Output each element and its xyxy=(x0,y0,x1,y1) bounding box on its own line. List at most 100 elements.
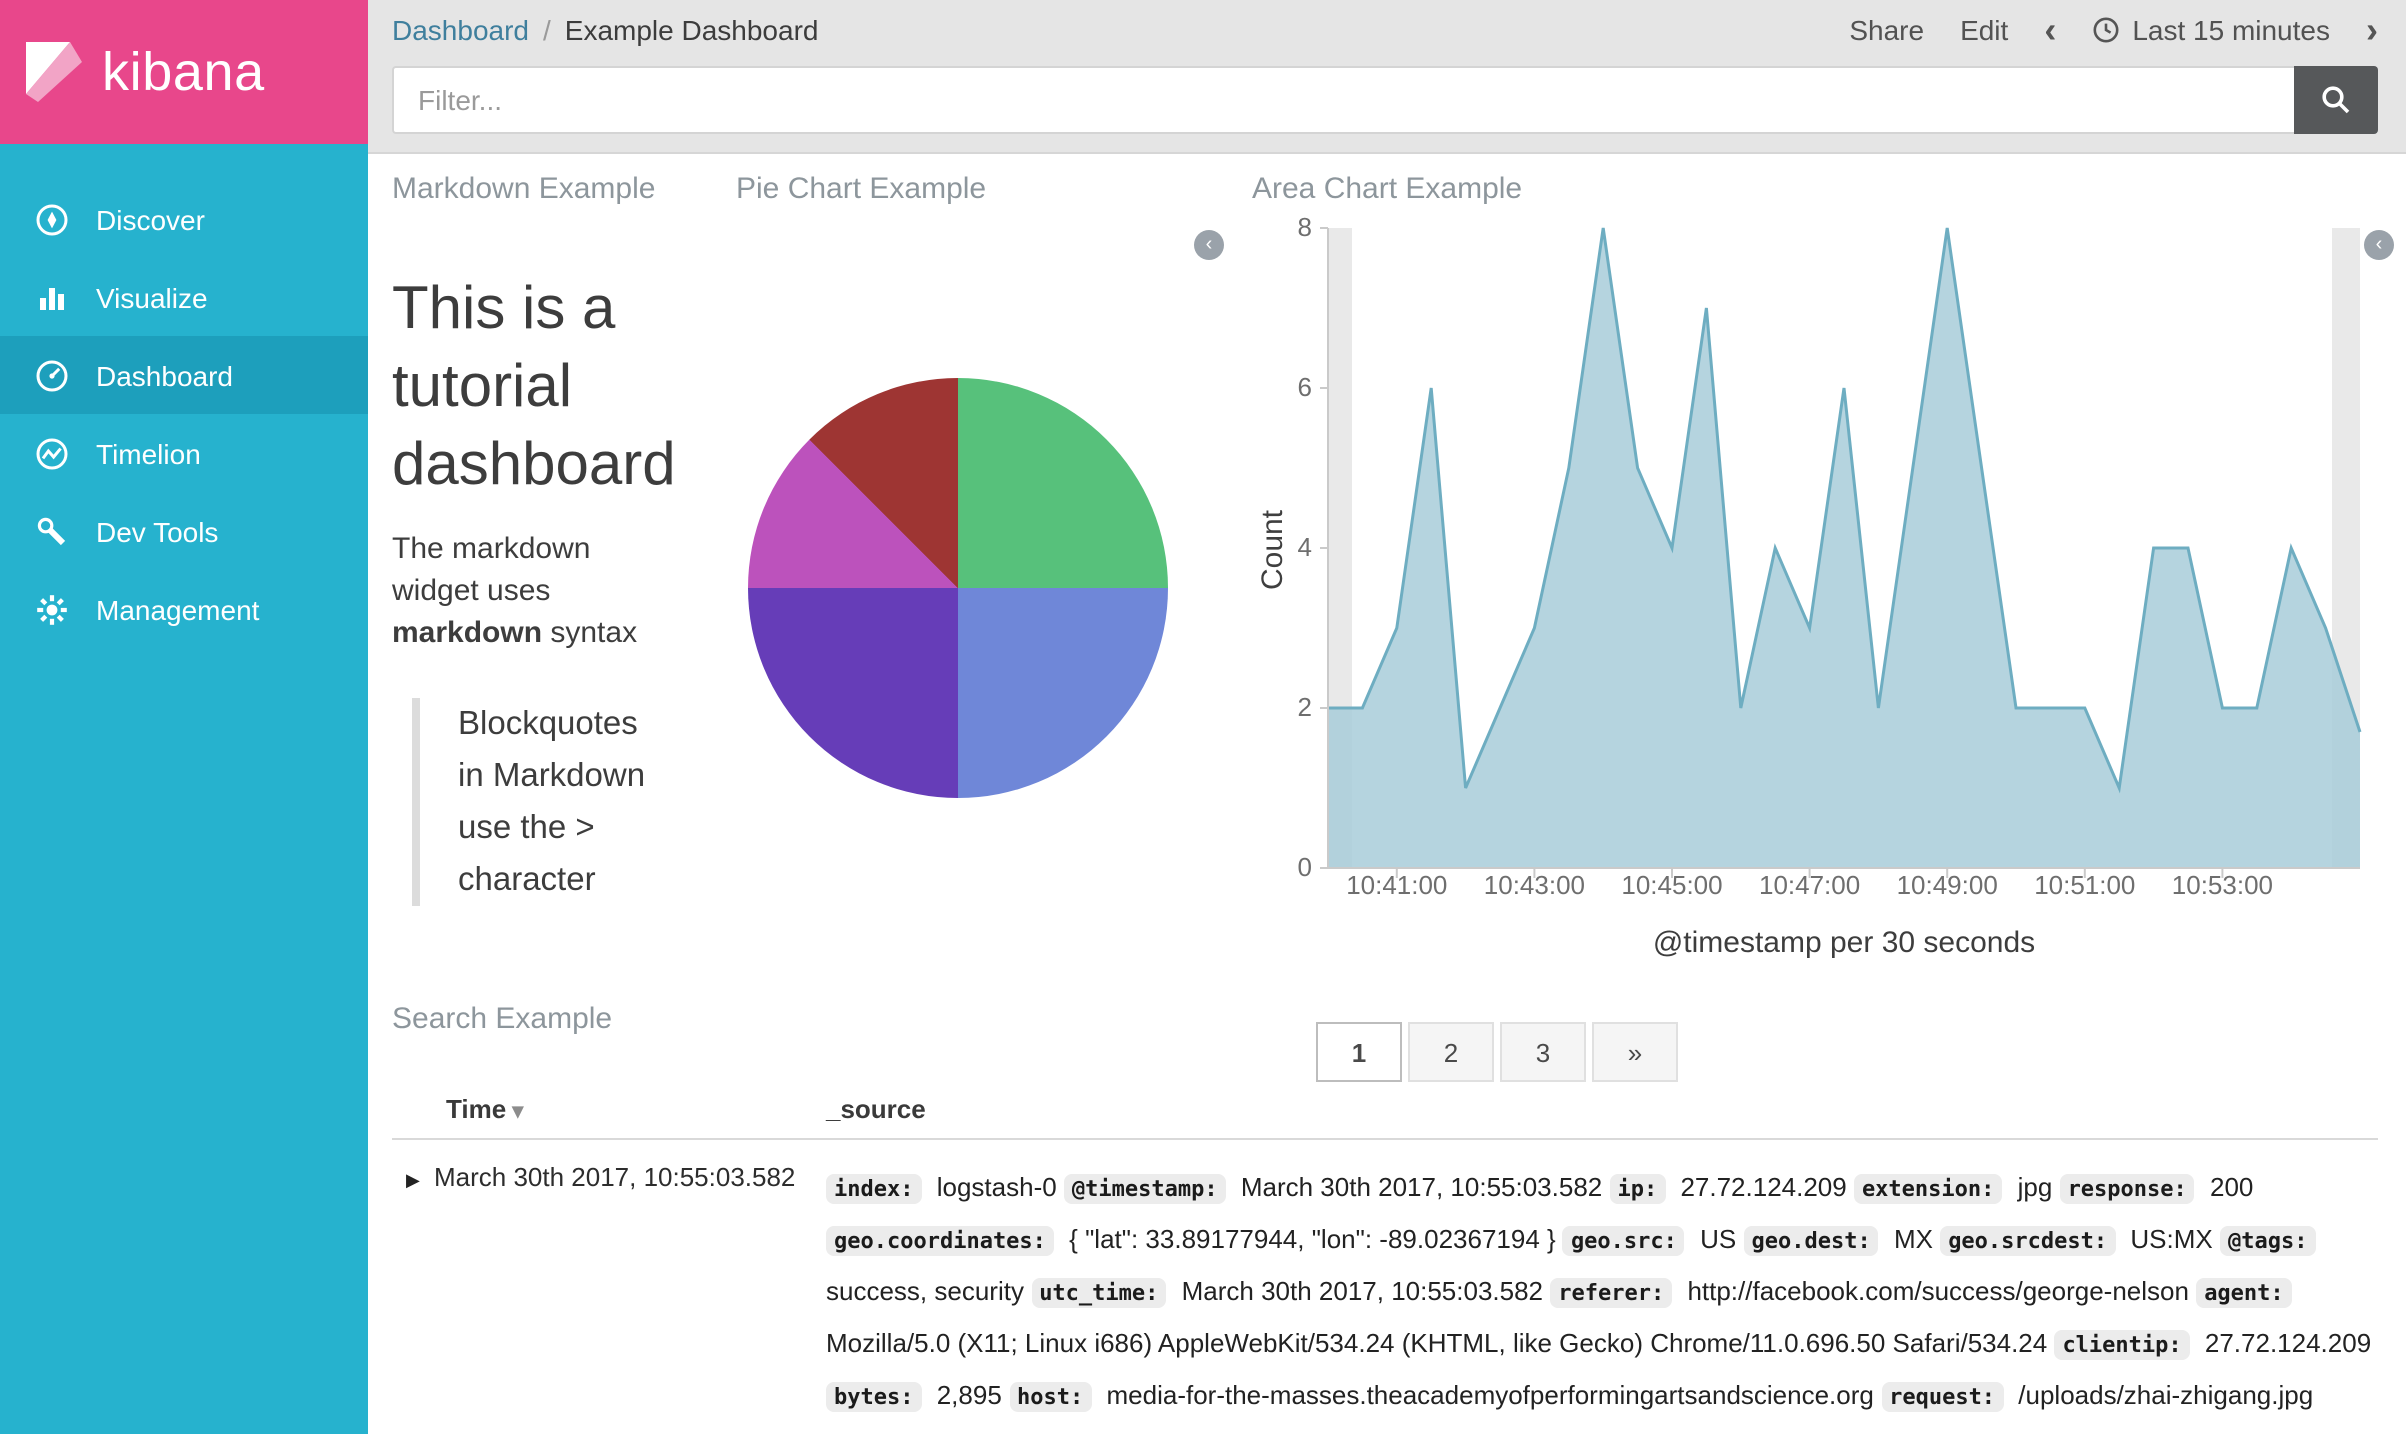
sidebar: kibana Discover Visualize Dashboard Time… xyxy=(0,0,368,1434)
markdown-blockquote: Blockquotes in Markdown use the > charac… xyxy=(412,698,648,906)
x-tick-label: 10:45:00 xyxy=(1621,870,1722,900)
breadcrumb-separator: / xyxy=(543,14,551,46)
x-axis-label: @timestamp per 30 seconds xyxy=(1652,926,2036,960)
field-badge: referer: xyxy=(1550,1278,1673,1308)
field-badge: ip: xyxy=(1609,1174,1666,1204)
page-button-next[interactable]: » xyxy=(1592,1022,1678,1082)
field-badge: agent: xyxy=(2196,1278,2292,1308)
edit-button[interactable]: Edit xyxy=(1960,14,2008,46)
field-badge: index: xyxy=(826,1174,922,1204)
markdown-heading: This is a tutorial dashboard xyxy=(392,276,676,498)
time-back-icon[interactable]: ‹ xyxy=(2044,12,2056,48)
sidebar-item-dashboard[interactable]: Dashboard xyxy=(0,336,368,414)
share-button[interactable]: Share xyxy=(1849,14,1924,46)
y-tick-label: 8 xyxy=(1298,214,1312,242)
time-picker[interactable]: Last 15 minutes xyxy=(2092,14,2330,46)
breadcrumb-current: Example Dashboard xyxy=(564,14,819,46)
pie-chart[interactable] xyxy=(748,378,1168,798)
sidebar-nav: Discover Visualize Dashboard Timelion De… xyxy=(0,144,368,648)
y-tick-label: 6 xyxy=(1298,372,1312,402)
search-button[interactable] xyxy=(2294,66,2378,134)
area-panel-title: Area Chart Example xyxy=(1252,172,1523,206)
compass-icon xyxy=(34,201,70,237)
field-badge: host: xyxy=(1009,1382,1092,1412)
field-badge: geo.src: xyxy=(1562,1226,1685,1256)
pagination: 1 2 3 » xyxy=(1316,1022,1678,1082)
x-tick-label: 10:43:00 xyxy=(1484,870,1585,900)
timelion-icon xyxy=(34,435,70,471)
time-forward-icon[interactable]: › xyxy=(2366,12,2378,48)
expand-row-icon[interactable]: ▶ xyxy=(392,1162,434,1434)
kibana-logo-icon xyxy=(26,42,82,102)
doc-source: index: logstash-0 @timestamp: March 30th… xyxy=(826,1172,2372,1434)
top-actions: Share Edit ‹ Last 15 minutes › xyxy=(1849,12,2378,48)
search-icon xyxy=(2322,86,2350,114)
pie-panel-title: Pie Chart Example xyxy=(736,172,987,206)
page-button-2[interactable]: 2 xyxy=(1408,1022,1494,1082)
field-badge: utc_time: xyxy=(1031,1278,1167,1308)
kibana-logo[interactable]: kibana xyxy=(0,0,368,144)
doc-time: March 30th 2017, 10:55:03.582 xyxy=(434,1162,796,1192)
sidebar-item-label: Discover xyxy=(96,203,205,235)
field-badge: @timestamp: xyxy=(1063,1174,1226,1204)
sidebar-item-discover[interactable]: Discover xyxy=(0,180,368,258)
sidebar-item-visualize[interactable]: Visualize xyxy=(0,258,368,336)
x-tick-label: 10:41:00 xyxy=(1346,870,1447,900)
main-area: Dashboard / Example Dashboard Share Edit… xyxy=(368,0,2406,1434)
top-bar: Dashboard / Example Dashboard Share Edit… xyxy=(368,0,2406,154)
page-button-3[interactable]: 3 xyxy=(1500,1022,1586,1082)
breadcrumb-dashboard-link[interactable]: Dashboard xyxy=(392,14,529,46)
field-badge: response: xyxy=(2059,1174,2195,1204)
time-range-label: Last 15 minutes xyxy=(2132,14,2330,46)
x-tick-label: 10:47:00 xyxy=(1759,870,1860,900)
gauge-icon xyxy=(34,357,70,393)
x-tick-label: 10:53:00 xyxy=(2172,870,2273,900)
y-tick-label: 2 xyxy=(1298,692,1312,722)
search-panel-title: Search Example xyxy=(392,1002,613,1036)
field-badge: extension: xyxy=(1853,1174,2003,1204)
sidebar-item-label: Timelion xyxy=(96,437,201,469)
logo-text: kibana xyxy=(102,41,265,101)
x-tick-label: 10:51:00 xyxy=(2034,870,2135,900)
sidebar-item-label: Dashboard xyxy=(96,359,233,391)
field-badge: bytes: xyxy=(826,1382,922,1412)
doc-table-body: ▶ March 30th 2017, 10:55:03.582 index: log… xyxy=(392,1140,2378,1434)
filter-input[interactable] xyxy=(392,66,2294,134)
markdown-panel-title: Markdown Example xyxy=(392,172,656,206)
pie-panel-collapse-icon[interactable]: ‹ xyxy=(1194,230,1224,260)
filter-bar xyxy=(368,60,2406,152)
clock-icon xyxy=(2093,17,2119,43)
table-row: ▶ March 30th 2017, 10:55:03.582 index: log… xyxy=(392,1140,2378,1434)
markdown-paragraph: The markdown widget uses markdown syntax xyxy=(392,532,638,650)
y-tick-label: 0 xyxy=(1298,852,1312,882)
sidebar-item-dev-tools[interactable]: Dev Tools xyxy=(0,492,368,570)
field-badge: @tags: xyxy=(2219,1226,2316,1256)
page-button-1[interactable]: 1 xyxy=(1316,1022,1402,1082)
field-badge: geo.coordinates: xyxy=(826,1226,1054,1256)
sidebar-item-label: Management xyxy=(96,593,260,625)
gear-icon xyxy=(34,591,70,627)
sidebar-item-label: Dev Tools xyxy=(96,515,219,547)
sidebar-item-label: Visualize xyxy=(96,281,208,313)
field-badge: geo.dest: xyxy=(1743,1226,1879,1256)
area-panel-collapse-icon[interactable]: ‹ xyxy=(2364,230,2394,260)
column-header-time[interactable]: Time ▾ xyxy=(392,1094,826,1124)
field-badge: clientip: xyxy=(2054,1330,2190,1360)
breadcrumb: Dashboard / Example Dashboard Share Edit… xyxy=(368,0,2406,60)
field-badge: geo.srcdest: xyxy=(1940,1226,2116,1256)
sort-descending-icon: ▾ xyxy=(512,1100,524,1124)
sidebar-item-management[interactable]: Management xyxy=(0,570,368,648)
wrench-icon xyxy=(34,513,70,549)
column-header-source: _source xyxy=(826,1094,926,1124)
sidebar-item-timelion[interactable]: Timelion xyxy=(0,414,368,492)
area-chart-svg[interactable]: 0 2 4 6 8 10:41:00 10:43:00 10:45:00 10:47:00 10:… xyxy=(1240,214,2406,910)
table-header: Time ▾ _source xyxy=(392,1094,2378,1140)
kibana-app: kibana Discover Visualize Dashboard Time… xyxy=(0,0,2406,1434)
y-tick-label: 4 xyxy=(1298,532,1312,562)
x-tick-label: 10:49:00 xyxy=(1897,870,1998,900)
area-series xyxy=(1328,228,2360,868)
bar-chart-icon xyxy=(34,279,70,315)
field-badge: request: xyxy=(1881,1382,2004,1412)
markdown-panel: Markdown Example This is a tutorial dash… xyxy=(392,172,744,906)
documents-table: Time ▾ _source ▶ March 30th 2017, 10:55:03… xyxy=(392,1094,2378,1434)
